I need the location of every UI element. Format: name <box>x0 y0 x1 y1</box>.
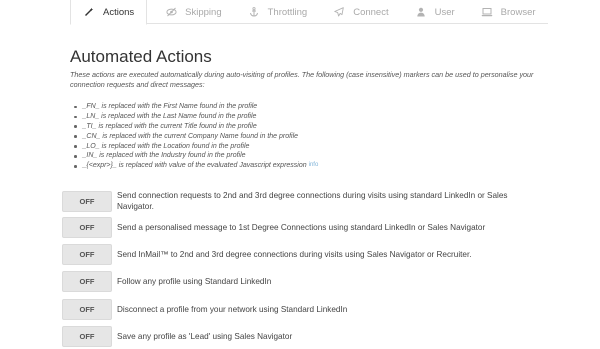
bullet-icon <box>74 165 77 168</box>
marker-text: _LO_ is replaced with the Location found… <box>82 142 250 150</box>
action-row-disconnect-profile: OFF Disconnect a profile from your netwo… <box>62 299 542 320</box>
list-item: _LO_ is replaced with the Location found… <box>74 142 318 152</box>
action-description: Send connection requests to 2nd and 3rd … <box>117 191 508 211</box>
info-link[interactable]: info <box>309 161 319 171</box>
tab-connect[interactable]: Connect <box>319 0 400 24</box>
paper-plane-icon <box>333 6 345 18</box>
intro-text: These actions are executed automatically… <box>70 70 534 89</box>
save-lead-toggle[interactable]: OFF <box>62 326 112 347</box>
marker-text: _FN_ is replaced with the First Name fou… <box>82 103 258 110</box>
wand-icon <box>83 6 95 18</box>
tab-bar: Actions Skipping Throttling Connect User… <box>70 0 548 25</box>
bullet-icon <box>74 105 77 109</box>
tab-label: Connect <box>353 6 389 18</box>
page-title: Automated Actions <box>70 47 212 66</box>
tab-label: Skipping <box>185 6 222 18</box>
list-item: _{<expr>}_ is replaced with value of the… <box>74 161 318 171</box>
disconnect-profile-toggle[interactable]: OFF <box>62 299 112 320</box>
action-description: Save any profile as 'Lead' using Sales N… <box>117 332 293 341</box>
bullet-icon <box>74 115 77 119</box>
list-item: _TI_ is replaced with the current Title … <box>74 122 318 132</box>
marker-text: _{<expr>}_ is replaced with value of the… <box>82 162 307 170</box>
tab-label: Throttling <box>267 6 308 18</box>
eye-slash-icon <box>165 6 177 18</box>
action-description: Follow any profile using Standard Linked… <box>117 277 272 286</box>
send-inmail-toggle[interactable]: OFF <box>62 244 112 265</box>
user-icon <box>415 6 427 18</box>
tab-label: User <box>434 6 455 18</box>
bullet-icon <box>74 145 77 148</box>
tab-user[interactable]: User <box>401 0 467 24</box>
action-row-personalised-message: OFF Send a personalised message to 1st D… <box>62 217 542 238</box>
anchor-icon <box>248 6 260 18</box>
send-connection-toggle[interactable]: OFF <box>62 190 112 212</box>
action-row-follow-profile: OFF Follow any profile using Standard Li… <box>62 271 542 292</box>
action-description: Send InMail™ to 2nd and 3rd degree conne… <box>117 250 472 259</box>
tab-skipping[interactable]: Skipping <box>147 0 233 24</box>
action-row-send-connection: OFF Send connection requests to 2nd and … <box>62 190 542 212</box>
follow-profile-toggle[interactable]: OFF <box>62 271 112 292</box>
tab-actions[interactable]: Actions <box>70 0 148 25</box>
laptop-icon <box>481 6 493 18</box>
bullet-icon <box>74 135 77 138</box>
marker-text: _IN_ is replaced with the Industry found… <box>82 152 246 160</box>
action-row-send-inmail: OFF Send InMail™ to 2nd and 3rd degree c… <box>62 244 542 265</box>
list-item: _IN_ is replaced with the Industry found… <box>74 151 318 161</box>
list-item: _CN_ is replaced with the current Compan… <box>74 132 318 142</box>
marker-text: _LN_ is replaced with the Last Name foun… <box>82 112 257 120</box>
marker-text: _CN_ is replaced with the current Compan… <box>82 132 299 140</box>
action-description: Send a personalised message to 1st Degre… <box>117 223 486 232</box>
tab-label: Browser <box>500 6 536 18</box>
marker-text: _TI_ is replaced with the current Title … <box>82 122 257 130</box>
marker-list: _FN_ is replaced with the First Name fou… <box>74 102 318 171</box>
tab-throttling[interactable]: Throttling <box>234 0 320 24</box>
bullet-icon <box>74 155 77 158</box>
action-description: Disconnect a profile from your network u… <box>117 305 348 314</box>
list-item: _FN_ is replaced with the First Name fou… <box>74 102 318 112</box>
personalised-message-toggle[interactable]: OFF <box>62 217 112 238</box>
bullet-icon <box>74 125 77 128</box>
tab-label: Actions <box>103 6 135 18</box>
tab-browser[interactable]: Browser <box>467 0 548 24</box>
action-row-save-lead: OFF Save any profile as 'Lead' using Sal… <box>62 326 542 347</box>
list-item: _LN_ is replaced with the Last Name foun… <box>74 112 318 122</box>
